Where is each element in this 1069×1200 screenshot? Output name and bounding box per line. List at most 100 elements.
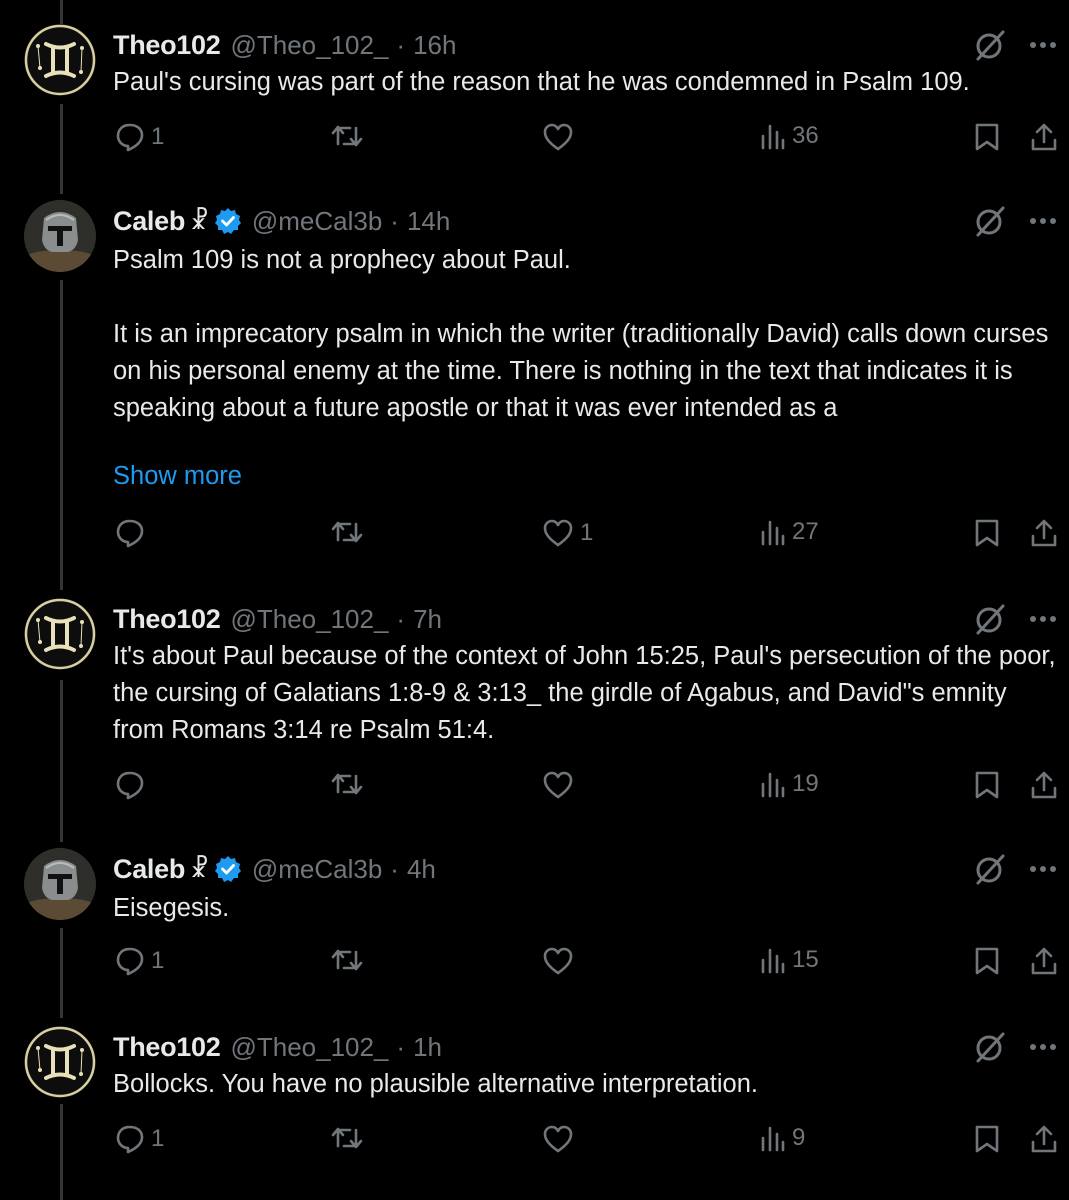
share-button[interactable] xyxy=(1030,518,1058,548)
bookmark-button[interactable] xyxy=(974,770,1000,800)
views-icon xyxy=(761,520,785,546)
tweet-text: Bollocks. You have no plausible alternat… xyxy=(113,1070,759,1098)
thread-line xyxy=(60,680,63,842)
retweet-icon xyxy=(331,773,363,795)
like-button[interactable] xyxy=(542,122,580,152)
show-more-link[interactable]: Show more xyxy=(113,462,242,491)
user-handle[interactable]: @Theo_102_ xyxy=(230,30,388,61)
retweet-button[interactable] xyxy=(330,122,364,150)
verified-badge-icon[interactable] xyxy=(214,855,242,883)
separator-dot: · xyxy=(396,29,406,60)
heart-icon xyxy=(543,947,573,975)
verified-badge-icon[interactable] xyxy=(214,207,242,235)
like-button[interactable]: 1 xyxy=(542,518,593,548)
views-button[interactable]: 19 xyxy=(760,770,819,798)
like-button[interactable] xyxy=(542,1124,580,1154)
bookmark-button[interactable] xyxy=(974,1124,1000,1154)
tweet-text: Paul's cursing was part of the reason th… xyxy=(113,68,970,96)
views-icon xyxy=(761,948,785,974)
more-options-icon[interactable] xyxy=(1029,864,1057,874)
view-count: 9 xyxy=(792,1124,806,1151)
user-handle[interactable]: @Theo_102_ xyxy=(230,604,388,635)
share-button[interactable] xyxy=(1030,122,1058,152)
like-button[interactable] xyxy=(542,770,580,800)
views-icon xyxy=(761,772,785,798)
user-handle[interactable]: @Theo_102_ xyxy=(230,1032,388,1063)
reply-count: 1 xyxy=(151,947,165,974)
reply-icon xyxy=(116,519,144,548)
avatar[interactable] xyxy=(24,24,96,96)
retweet-button[interactable] xyxy=(330,946,364,974)
share-button[interactable] xyxy=(1030,946,1058,976)
grok-icon[interactable] xyxy=(973,602,1007,636)
grok-icon[interactable] xyxy=(973,204,1007,238)
share-button[interactable] xyxy=(1030,770,1058,800)
like-count: 1 xyxy=(580,519,594,546)
view-count: 19 xyxy=(792,770,819,797)
separator-dot: · xyxy=(396,1031,406,1062)
timestamp[interactable]: 16h xyxy=(413,30,456,61)
user-handle[interactable]: @meCal3b xyxy=(252,206,382,237)
heart-icon xyxy=(543,123,573,151)
gemini-constellation-icon xyxy=(24,24,96,96)
chi-rho-emoji: ☧ xyxy=(190,855,209,883)
retweet-icon xyxy=(331,125,363,147)
reply-button[interactable]: 1 xyxy=(115,122,164,152)
more-options-icon[interactable] xyxy=(1029,40,1057,50)
bookmark-button[interactable] xyxy=(974,946,1000,976)
more-options-icon[interactable] xyxy=(1029,1042,1057,1052)
views-button[interactable]: 27 xyxy=(760,518,819,546)
more-options-icon[interactable] xyxy=(1029,614,1057,624)
bookmark-button[interactable] xyxy=(974,122,1000,152)
display-name[interactable]: Caleb xyxy=(113,854,185,885)
share-icon xyxy=(1031,947,1057,975)
view-count: 15 xyxy=(792,946,819,973)
grok-icon[interactable] xyxy=(973,28,1007,62)
views-button[interactable]: 36 xyxy=(760,122,819,150)
views-button[interactable]: 15 xyxy=(760,946,819,974)
timestamp[interactable]: 7h xyxy=(413,604,442,635)
retweet-button[interactable] xyxy=(330,518,364,546)
bookmark-icon xyxy=(975,1125,999,1153)
avatar[interactable] xyxy=(24,200,96,272)
reply-button[interactable]: 1 xyxy=(115,1124,164,1154)
like-button[interactable] xyxy=(542,946,580,976)
tweet-text: Eisegesis. xyxy=(113,894,230,922)
mandalorian-helmet-icon xyxy=(24,200,96,272)
grok-icon[interactable] xyxy=(973,852,1007,886)
tweet-text: It's about Paul because of the context o… xyxy=(113,642,1063,744)
grok-icon[interactable] xyxy=(973,1030,1007,1064)
timestamp[interactable]: 14h xyxy=(407,206,450,237)
view-count: 36 xyxy=(792,122,819,149)
share-icon xyxy=(1031,123,1057,151)
avatar[interactable] xyxy=(24,1026,96,1098)
heart-icon xyxy=(543,771,573,799)
share-icon xyxy=(1031,771,1057,799)
separator-dot: · xyxy=(390,205,399,236)
reply-button[interactable] xyxy=(115,770,151,800)
bookmark-button[interactable] xyxy=(974,518,1000,548)
display-name[interactable]: Caleb xyxy=(113,206,185,237)
retweet-button[interactable] xyxy=(330,770,364,798)
separator-dot: · xyxy=(396,603,406,634)
bookmark-icon xyxy=(975,519,999,547)
bookmark-icon xyxy=(975,947,999,975)
retweet-button[interactable] xyxy=(330,1124,364,1152)
retweet-icon xyxy=(331,521,363,543)
more-options-icon[interactable] xyxy=(1029,216,1057,226)
user-handle[interactable]: @meCal3b xyxy=(252,854,382,885)
views-icon xyxy=(761,124,785,150)
display-name[interactable]: Theo102 xyxy=(113,1032,221,1063)
display-name[interactable]: Theo102 xyxy=(113,604,221,635)
views-icon xyxy=(761,1126,785,1152)
timestamp[interactable]: 4h xyxy=(407,854,436,885)
display-name[interactable]: Theo102 xyxy=(113,30,221,61)
avatar[interactable] xyxy=(24,598,96,670)
avatar[interactable] xyxy=(24,848,96,920)
timestamp[interactable]: 1h xyxy=(413,1032,442,1063)
share-button[interactable] xyxy=(1030,1124,1058,1154)
bookmark-icon xyxy=(975,123,999,151)
views-button[interactable]: 9 xyxy=(760,1124,805,1152)
reply-button[interactable] xyxy=(115,518,151,548)
reply-button[interactable]: 1 xyxy=(115,946,164,976)
